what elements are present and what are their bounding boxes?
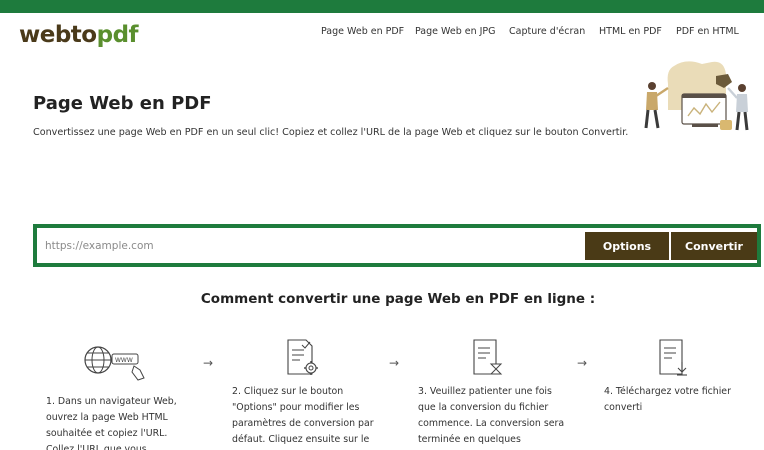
hero-illustration (644, 61, 749, 131)
document-hourglass-icon (473, 339, 503, 375)
url-input[interactable] (41, 232, 585, 260)
document-settings-icon (287, 339, 318, 375)
step-1-description: 1. Dans un navigateur Web, ouvrez la pag… (46, 394, 177, 450)
step-4-description: 4. Téléchargez votre fichier converti (604, 384, 731, 416)
nav-item-capture-ecran[interactable]: Capture d'écran (509, 26, 585, 37)
how-to-title: Comment convertir une page Web en PDF en… (200, 291, 596, 307)
document-download-icon (659, 339, 687, 376)
nav-item-pdf-en-html[interactable]: PDF en HTML (676, 26, 739, 37)
step-4-line: 4. Téléchargez votre fichier (604, 386, 731, 397)
page-title: Page Web en PDF (33, 93, 212, 114)
nav-item-page-web-en-jpg[interactable]: Page Web en JPG (415, 26, 496, 37)
step-3-line: terminée en quelques (418, 434, 521, 445)
step-arrow-icon: → (203, 356, 214, 370)
step-arrow-icon: → (389, 356, 400, 370)
step-3-line: que la conversion du fichier (418, 402, 549, 413)
step-1-line: Collez l'URL que vous (46, 444, 147, 450)
step-3-line: commence. La conversion sera (418, 418, 565, 429)
main-nav: Page Web en PDF Page Web en JPG Capture … (0, 26, 764, 40)
step-arrow-icon: → (577, 356, 588, 370)
convert-button[interactable]: Convertir (671, 232, 757, 260)
svg-text:WWW: WWW (115, 357, 133, 364)
page-subtitle: Convertissez une page Web en PDF en un s… (33, 127, 629, 138)
globe-url-icon: WWW (84, 346, 145, 381)
step-3-description: 3. Veuillez patienter une fois que la co… (418, 384, 564, 448)
step-2-description: 2. Cliquez sur le bouton "Options" pour … (232, 384, 374, 448)
nav-item-html-en-pdf[interactable]: HTML en PDF (599, 26, 662, 37)
step-2-line: "Options" pour modifier les (232, 402, 360, 413)
step-1-line: ouvrez la page Web HTML (46, 412, 168, 423)
nav-item-page-web-en-pdf[interactable]: Page Web en PDF (321, 26, 404, 37)
step-3-line: 3. Veuillez patienter une fois (418, 386, 552, 397)
top-accent-bar (0, 0, 764, 13)
step-2-line: paramètres de conversion par (232, 418, 374, 429)
step-2-line: défaut. Cliquez ensuite sur le (232, 434, 370, 445)
step-1-line: 1. Dans un navigateur Web, (46, 396, 177, 407)
step-4-line: converti (604, 402, 643, 413)
options-button[interactable]: Options (585, 232, 669, 260)
step-2-line: 2. Cliquez sur le bouton (232, 386, 344, 397)
url-convert-form: Options Convertir (33, 224, 761, 267)
step-1-line: souhaitée et copiez l'URL. (46, 428, 168, 439)
